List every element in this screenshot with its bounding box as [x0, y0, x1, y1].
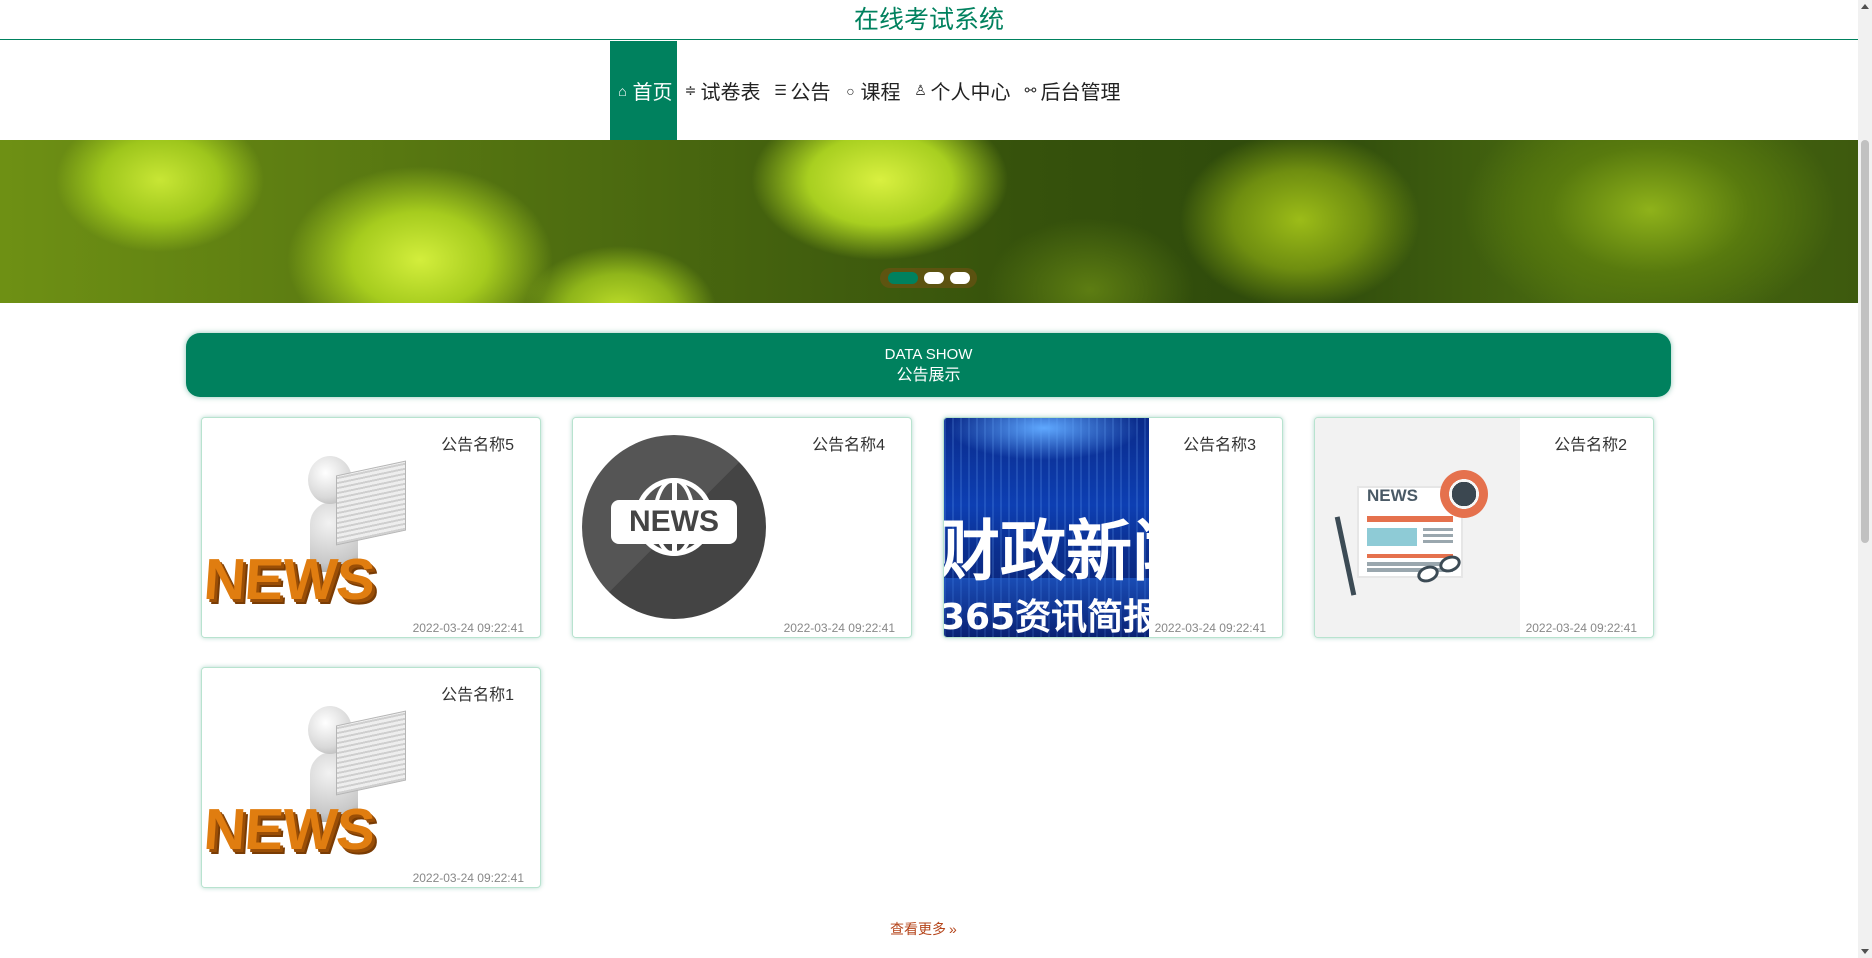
card-title: 公告名称4 [812, 437, 885, 454]
finance-news-thumbnail: 财政新闻 365资讯简报 [944, 418, 1149, 637]
news-3d-thumbnail: NEWS [202, 418, 407, 637]
nav-item-home[interactable]: ⌂ 首页 [609, 41, 677, 140]
nav-item-personal-center[interactable]: ♙ 个人中心 [907, 41, 1017, 140]
carousel-dot-2[interactable] [923, 272, 944, 284]
thumb-news-text: NEWS [202, 797, 377, 862]
nav-item-announcements[interactable]: ☰ 公告 [767, 41, 837, 140]
double-chevron-right-icon: » [949, 921, 957, 937]
thumb-headline-text: 财政新闻 [944, 513, 1149, 590]
site-title: 在线考试系统 [0, 0, 1858, 40]
news-flat-thumbnail: NEWS [1315, 418, 1520, 637]
news-globe-thumbnail: NEWS [573, 418, 778, 637]
nav-item-label: 首页 [632, 82, 673, 104]
view-more-link[interactable]: 查看更多» [890, 919, 957, 939]
home-icon: ⌂ [618, 82, 627, 99]
card-title: 公告名称1 [441, 687, 514, 704]
list-icon: ≑ [684, 82, 697, 98]
section-title-en: DATA SHOW [884, 346, 973, 363]
nav-item-admin[interactable]: ⚯ 后台管理 [1017, 41, 1127, 140]
carousel-dot-3[interactable] [949, 272, 970, 284]
layers-icon: ☰ [774, 82, 787, 98]
link-icon: ⚯ [1024, 82, 1037, 98]
circle-icon: ○ [846, 82, 855, 99]
carousel-dot-1[interactable] [887, 272, 918, 284]
nav-item-label: 个人中心 [930, 82, 1011, 104]
scroll-down-arrow-icon[interactable] [1861, 949, 1869, 954]
user-icon: ♙ [914, 82, 927, 98]
news-3d-thumbnail: NEWS [202, 668, 407, 887]
announcement-card[interactable]: NEWS 公告名称2 2022-03-24 09:22:41 [1314, 417, 1654, 638]
announcement-card[interactable]: NEWS 公告名称4 2022-03-24 09:22:41 [572, 417, 912, 638]
card-time: 2022-03-24 09:22:41 [1154, 621, 1266, 635]
card-time: 2022-03-24 09:22:41 [1525, 621, 1637, 635]
view-more-label: 查看更多 [890, 921, 946, 937]
scroll-up-arrow-icon[interactable] [1861, 4, 1869, 9]
nav-item-label: 后台管理 [1040, 82, 1121, 104]
announcement-card[interactable]: 财政新闻 365资讯简报 公告名称3 2022-03-24 09:22:41 [943, 417, 1283, 638]
section-header: DATA SHOW 公告展示 [186, 333, 1671, 397]
thumb-news-text: NEWS [202, 547, 377, 612]
nav-item-courses[interactable]: ○ 课程 [837, 41, 907, 140]
card-title: 公告名称3 [1183, 437, 1256, 454]
thumb-news-text: NEWS [1367, 486, 1418, 505]
page-scrollbar[interactable] [1858, 0, 1872, 958]
nav-item-label: 试卷表 [700, 82, 761, 104]
thumb-news-text: NEWS [611, 500, 737, 544]
card-time: 2022-03-24 09:22:41 [412, 621, 524, 635]
card-title: 公告名称5 [441, 437, 514, 454]
carousel-indicators [880, 268, 977, 288]
main-nav: ⌂ 首页 ≑ 试卷表 ☰ 公告 ○ 课程 ♙ 个人中心 ⚯ 后台管理 [0, 41, 1858, 140]
thumb-subheadline-text: 365资讯简报 [944, 597, 1149, 637]
card-time: 2022-03-24 09:22:41 [412, 871, 524, 885]
card-time: 2022-03-24 09:22:41 [783, 621, 895, 635]
scrollbar-thumb[interactable] [1861, 140, 1869, 543]
announcement-card[interactable]: NEWS 公告名称1 2022-03-24 09:22:41 [201, 667, 541, 888]
announcement-card[interactable]: NEWS 公告名称5 2022-03-24 09:22:41 [201, 417, 541, 638]
nav-item-exam-papers[interactable]: ≑ 试卷表 [677, 41, 767, 140]
section-title-cn: 公告展示 [896, 367, 961, 384]
nav-item-label: 公告 [790, 82, 831, 104]
card-title: 公告名称2 [1554, 437, 1627, 454]
nav-item-label: 课程 [860, 82, 901, 104]
